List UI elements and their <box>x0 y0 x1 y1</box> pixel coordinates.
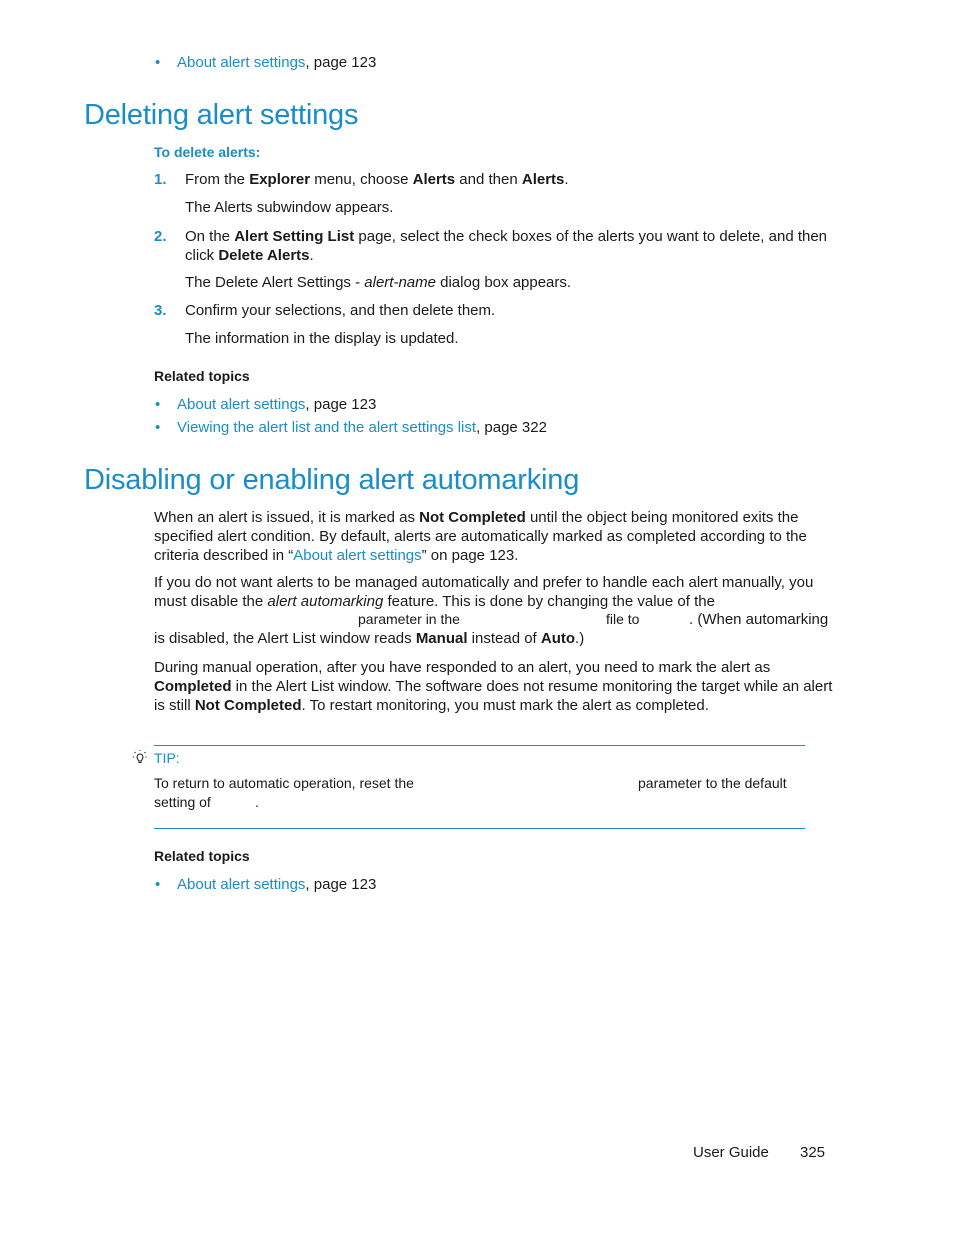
related-topics-heading: Related topics <box>154 848 250 864</box>
paragraph-2: If you do not want alerts to be managed … <box>154 574 814 610</box>
bullet: • <box>155 876 161 893</box>
step-2: 2. On the Alert Setting List page, selec… <box>154 228 828 264</box>
tip-text: setting of <box>154 794 211 810</box>
tip-label: TIP: <box>154 750 180 766</box>
step-1: 1. From the Explorer menu, choose Alerts … <box>154 171 569 188</box>
procedure-label: To delete alerts: <box>154 144 261 160</box>
tip-bottom-rule <box>154 828 805 829</box>
step-number: 3. <box>154 302 167 319</box>
related-topics-heading: Related topics <box>154 368 250 384</box>
paragraph-2-fragment: . (When automarking <box>689 611 829 628</box>
about-alert-settings-link[interactable]: About alert settings <box>177 396 305 413</box>
step-3: 3. Confirm your selections, and then dele… <box>154 302 496 319</box>
about-alert-settings-link[interactable]: About alert settings <box>293 547 421 564</box>
top-related-item: • About alert settings, page 123 <box>155 54 376 71</box>
section-title-automarking: Disabling or enabling alert automarking <box>84 464 580 496</box>
tip-top-rule <box>154 745 805 746</box>
page-number: 325 <box>800 1144 826 1161</box>
paragraph-2-fragment: parameter in the <box>358 611 460 627</box>
paragraph-2-end: is disabled, the Alert List window reads… <box>154 630 585 647</box>
bullet: • <box>155 54 161 71</box>
about-alert-settings-link[interactable]: About alert settings <box>177 876 305 893</box>
paragraph-1: When an alert is issued, it is marked as… <box>154 509 807 564</box>
tip-text: . <box>255 794 259 810</box>
viewing-alert-list-link[interactable]: Viewing the alert list and the alert set… <box>177 419 476 436</box>
bullet: • <box>155 396 161 413</box>
bullet: • <box>155 419 161 436</box>
step-2-result: The Delete Alert Settings - alert-name d… <box>185 274 572 291</box>
step-1-result: The Alerts subwindow appears. <box>185 199 394 216</box>
paragraph-3: During manual operation, after you have … <box>154 659 833 714</box>
related-item: • Viewing the alert list and the alert se… <box>155 419 547 436</box>
page-ref: , page 123 <box>305 54 377 71</box>
related-item: • About alert settings, page 123 <box>155 876 377 893</box>
related-item: • About alert settings, page 123 <box>155 396 377 413</box>
menu-explorer: Explorer <box>249 171 311 188</box>
lightbulb-icon <box>131 749 149 771</box>
step-number: 1. <box>154 171 167 188</box>
footer-guide-title: User Guide <box>693 1144 769 1161</box>
tip-text: parameter to the default <box>638 775 787 791</box>
tip-text: To return to automatic operation, reset … <box>154 775 414 791</box>
step-3-result: The information in the display is update… <box>185 330 459 347</box>
section-title-deleting: Deleting alert settings <box>84 99 359 131</box>
about-alert-settings-link[interactable]: About alert settings <box>177 54 305 71</box>
paragraph-2-fragment: file to <box>606 611 640 627</box>
step-number: 2. <box>154 228 167 245</box>
